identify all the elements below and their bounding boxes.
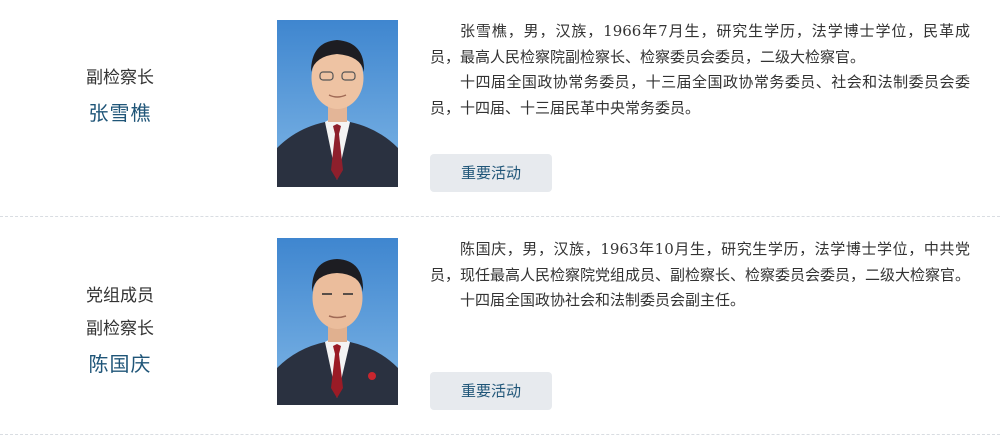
bio-paragraph: 十四届全国政协常务委员，十三届全国政协常务委员、社会和法制委员会委员，十四届、十…	[430, 73, 970, 117]
leader-card: 党组成员 副检察长 陈国庆 陈国庆，男，汉族，1963年10月生，研究生学历，法…	[0, 218, 1000, 435]
bio-paragraph: 十四届全国政协社会和法制委员会副主任。	[460, 291, 746, 309]
leader-title: 副检察长	[86, 319, 154, 339]
leader-name: 张雪樵	[88, 101, 152, 125]
important-activities-button[interactable]: 重要活动	[430, 372, 552, 410]
divider	[0, 216, 1000, 217]
leader-bio: 张雪樵，男，汉族，1966年7月生，研究生学历，法学博士学位，民革成员，最高人民…	[430, 19, 970, 121]
portrait-image	[277, 238, 398, 405]
bio-paragraph: 陈国庆，男，汉族，1963年10月生，研究生学历，法学博士学位，中共党员，现任最…	[430, 240, 971, 284]
leader-photo	[277, 238, 398, 405]
leader-bio: 陈国庆，男，汉族，1963年10月生，研究生学历，法学博士学位，中共党员，现任最…	[430, 237, 970, 314]
leader-photo	[277, 20, 398, 187]
leader-name: 陈国庆	[88, 352, 152, 376]
important-activities-button[interactable]: 重要活动	[430, 154, 552, 192]
leader-titles: 党组成员 副检察长 陈国庆	[60, 280, 180, 382]
bio-paragraph: 张雪樵，男，汉族，1966年7月生，研究生学历，法学博士学位，民革成员，最高人民…	[430, 22, 970, 66]
leader-titles: 副检察长 张雪樵	[60, 62, 180, 131]
leader-title: 副检察长	[86, 68, 154, 88]
leader-title: 党组成员	[86, 286, 154, 306]
leader-card: 副检察长 张雪樵 张雪樵，男，汉族，1966年7月生，研究生学历，法学博士学位，…	[0, 0, 1000, 217]
portrait-image	[277, 20, 398, 187]
